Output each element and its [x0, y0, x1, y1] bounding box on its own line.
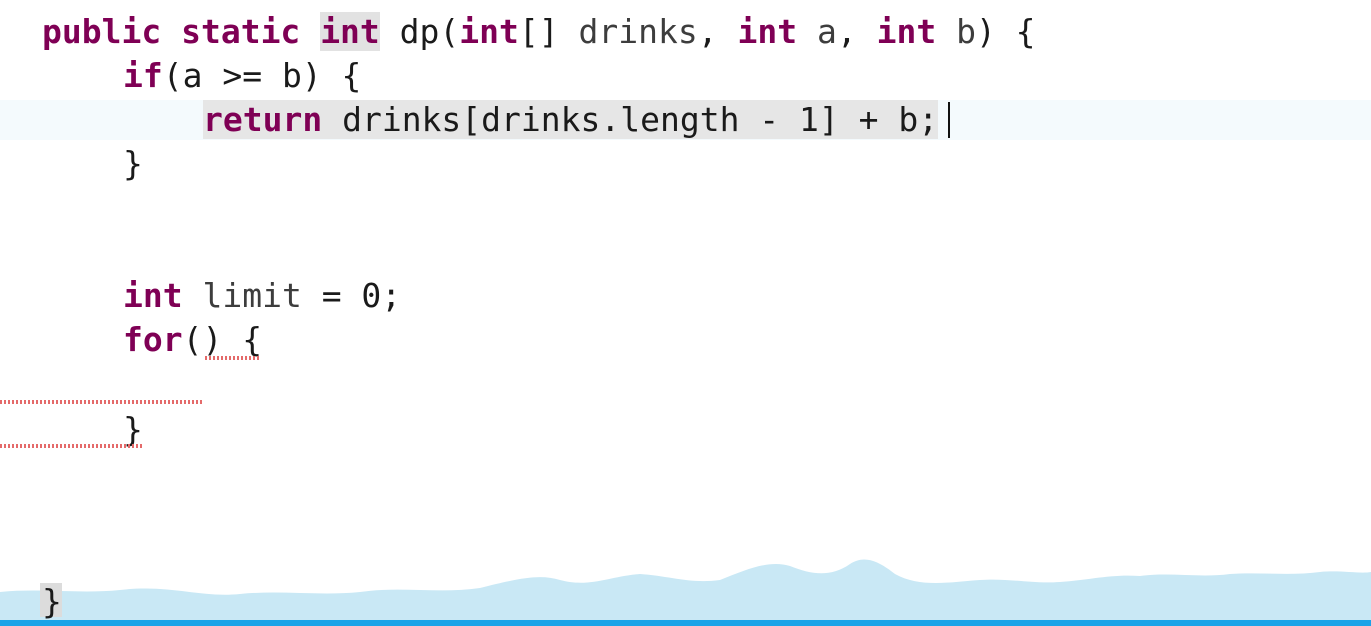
keyword-for: for [123, 320, 183, 359]
keyword-int-return-type: int [320, 12, 380, 51]
text-caret [948, 102, 950, 138]
return-expression: drinks[drinks.length - 1] + b; [322, 100, 939, 139]
keyword-public: public [42, 12, 162, 51]
keyword-int-a: int [737, 12, 798, 51]
accent-bar [0, 620, 1371, 626]
code-line-3[interactable]: return drinks[drinks.length - 1] + b; [203, 98, 939, 142]
comma: , [836, 12, 877, 51]
array-brackets: [] [518, 12, 579, 51]
comma: , [697, 12, 738, 51]
error-squiggle-empty-line [0, 400, 204, 404]
keyword-return: return [203, 100, 323, 139]
keyword-if: if [123, 56, 163, 95]
code-editor[interactable]: public static int dp(int[] drinks, int a… [0, 0, 1371, 626]
signature-close: ) { [975, 12, 1036, 51]
param-drinks: drinks [578, 12, 698, 51]
closing-brace: } [42, 582, 62, 621]
code-line-1[interactable]: public static int dp(int[] drinks, int a… [42, 10, 1036, 54]
code-line-5[interactable]: int limit = 0; [123, 274, 401, 318]
param-b: b [956, 12, 976, 51]
keyword-int-b: int [876, 12, 937, 51]
keyword-static: static [181, 12, 301, 51]
assignment: = 0; [301, 276, 402, 315]
for-header: () { [182, 320, 263, 359]
error-squiggle-brace-line [0, 444, 144, 448]
code-line-4[interactable]: } [123, 142, 143, 186]
code-line-2[interactable]: if(a >= b) { [123, 54, 361, 98]
wave-decoration [0, 559, 1371, 626]
error-squiggle [205, 356, 261, 360]
keyword-int-param: int [459, 12, 519, 51]
code-line-8[interactable]: } [42, 580, 62, 624]
keyword-int: int [123, 276, 183, 315]
variable-limit: limit [202, 276, 302, 315]
method-name: dp( [399, 12, 460, 51]
param-a: a [816, 12, 837, 51]
closing-brace: } [123, 144, 143, 183]
selected-text: return drinks[drinks.length - 1] + b; [203, 100, 939, 139]
if-condition: (a >= b) { [162, 56, 362, 95]
